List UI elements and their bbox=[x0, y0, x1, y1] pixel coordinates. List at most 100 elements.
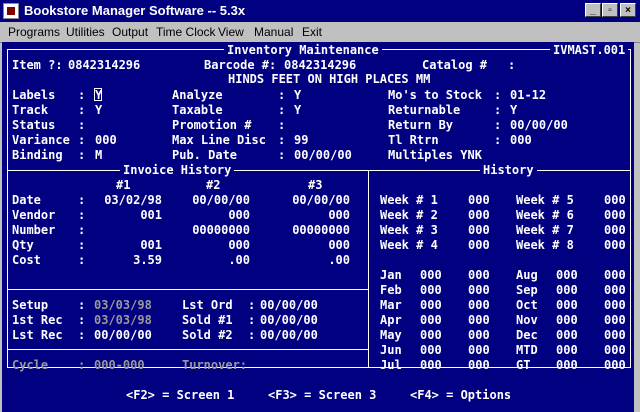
invoice-cell[interactable]: 00/00/00 bbox=[192, 193, 250, 207]
last-ord-colon: : bbox=[248, 298, 256, 312]
taxable-value[interactable]: Y bbox=[294, 103, 301, 117]
history-title: History bbox=[480, 163, 537, 177]
last-rec-label: Lst Rec bbox=[12, 328, 63, 342]
max-line-disc-value[interactable]: 99 bbox=[294, 133, 308, 147]
returnable-value[interactable]: Y bbox=[510, 103, 517, 117]
catalog-label: Catalog # bbox=[422, 58, 488, 72]
invoice-cell[interactable]: 00/00/00 bbox=[292, 193, 350, 207]
tl-rtrn-value[interactable]: 000 bbox=[510, 133, 532, 147]
month-value: 000 bbox=[468, 343, 490, 357]
week-label: Week # 5 bbox=[516, 193, 574, 207]
track-value[interactable]: Y bbox=[95, 103, 102, 117]
invoice-cell[interactable]: 03/02/98 bbox=[104, 193, 162, 207]
labels-label: Labels bbox=[12, 88, 56, 102]
app-icon[interactable] bbox=[3, 3, 19, 19]
analyze-label: Analyze bbox=[172, 88, 223, 102]
invoice-cell[interactable]: 001 bbox=[140, 208, 162, 222]
track-colon: : bbox=[78, 103, 86, 117]
menu-view[interactable]: View bbox=[218, 25, 244, 39]
first-rec-colon: : bbox=[78, 313, 86, 327]
week-label: Week # 3 bbox=[380, 223, 438, 237]
month-label: Apr bbox=[380, 313, 402, 327]
week-value: 000 bbox=[468, 208, 490, 222]
tl-rtrn-label: Tl Rtrn bbox=[388, 133, 439, 147]
invoice-cell[interactable]: 000 bbox=[328, 238, 350, 252]
mos-to-stock-label: Mo's to Stock bbox=[388, 88, 482, 102]
month-label: Sep bbox=[516, 283, 538, 297]
history-divider bbox=[7, 170, 631, 171]
menu-programs[interactable]: Programs bbox=[8, 25, 60, 39]
week-label: Week # 7 bbox=[516, 223, 574, 237]
analyze-value[interactable]: Y bbox=[294, 88, 301, 102]
invoice-row-label: Vendor bbox=[12, 208, 56, 222]
month-label: May bbox=[380, 328, 402, 342]
month-value: 000 bbox=[556, 328, 578, 342]
barcode-value[interactable]: 0842314296 bbox=[284, 58, 356, 72]
month-value: 000 bbox=[468, 268, 490, 282]
week-value: 000 bbox=[604, 208, 626, 222]
turnover-label: Turnover: bbox=[182, 358, 248, 372]
month-label: Oct bbox=[516, 298, 538, 312]
month-value: 000 bbox=[604, 283, 626, 297]
invoice-cell[interactable]: 3.59 bbox=[133, 253, 162, 267]
item-value[interactable]: 0842314296 bbox=[68, 58, 140, 72]
return-by-colon: : bbox=[494, 118, 502, 132]
invoice-row-colon: : bbox=[78, 253, 86, 267]
variance-label: Variance bbox=[12, 133, 70, 147]
last-ord-value: 00/00/00 bbox=[260, 298, 318, 312]
labels-colon: : bbox=[78, 88, 86, 102]
close-button[interactable]: × bbox=[620, 3, 636, 17]
taxable-label: Taxable bbox=[172, 103, 223, 117]
returnable-label: Returnable bbox=[388, 103, 461, 117]
pub-date-value[interactable]: 00/00/00 bbox=[294, 148, 352, 162]
f3-screen-3-key[interactable]: <F3> = Screen 3 bbox=[268, 388, 376, 402]
max-line-disc-colon: : bbox=[278, 133, 286, 147]
month-label: Feb bbox=[380, 283, 402, 297]
book-title: HINDS FEET ON HIGH PLACES MM bbox=[225, 72, 434, 86]
last-rec-value: 00/00/00 bbox=[94, 328, 152, 342]
menu-exit[interactable]: Exit bbox=[302, 25, 322, 39]
month-value: 000 bbox=[420, 268, 442, 282]
menu-output[interactable]: Output bbox=[112, 25, 148, 39]
menu-utilities[interactable]: Utilities bbox=[66, 25, 105, 39]
invoice-cell[interactable]: 00000000 bbox=[292, 223, 350, 237]
analyze-colon: : bbox=[278, 88, 286, 102]
first-rec-value: 03/03/98 bbox=[94, 313, 152, 327]
variance-value[interactable]: 000 bbox=[95, 133, 117, 147]
month-value: 000 bbox=[604, 268, 626, 282]
f4-options-key[interactable]: <F4> = Options bbox=[410, 388, 511, 402]
invoice-row-colon: : bbox=[78, 223, 86, 237]
invoice-row-label: Number bbox=[12, 223, 56, 237]
invoice-cell[interactable]: 00000000 bbox=[192, 223, 250, 237]
binding-value[interactable]: M bbox=[95, 148, 102, 162]
month-value: 000 bbox=[556, 343, 578, 357]
menu-time-clock[interactable]: Time Clock bbox=[156, 25, 216, 39]
invoice-cell[interactable]: 000 bbox=[228, 208, 250, 222]
first-rec-label: 1st Rec bbox=[12, 313, 63, 327]
invoice-cell[interactable]: 000 bbox=[228, 238, 250, 252]
month-value: 000 bbox=[468, 328, 490, 342]
labels-value[interactable]: Y bbox=[95, 88, 102, 102]
menu-manual[interactable]: Manual bbox=[254, 25, 293, 39]
invoice-cell[interactable]: .00 bbox=[228, 253, 250, 267]
promotion-colon: : bbox=[278, 118, 286, 132]
item-label: Item ?: bbox=[12, 58, 63, 72]
week-label: Week # 6 bbox=[516, 208, 574, 222]
catalog-value[interactable]: : bbox=[508, 58, 515, 72]
promotion-label: Promotion # bbox=[172, 118, 252, 132]
return-by-value[interactable]: 00/00/00 bbox=[510, 118, 568, 132]
sold-2-label: Sold #2 bbox=[182, 328, 233, 342]
vertical-divider bbox=[368, 170, 369, 367]
maximize-button[interactable]: ▫ bbox=[602, 3, 618, 17]
invoice-cell[interactable]: .00 bbox=[328, 253, 350, 267]
mos-to-stock-value[interactable]: 01-12 bbox=[510, 88, 546, 102]
month-label: Jul bbox=[380, 358, 402, 372]
week-label: Week # 2 bbox=[380, 208, 438, 222]
month-label: MTD bbox=[516, 343, 538, 357]
f2-screen-1-key[interactable]: <F2> = Screen 1 bbox=[126, 388, 234, 402]
minimize-button[interactable]: _ bbox=[585, 3, 601, 17]
title-bar: Bookstore Manager Software -- 5.3x _ ▫ × bbox=[0, 0, 640, 22]
invoice-cell[interactable]: 000 bbox=[328, 208, 350, 222]
invoice-cell[interactable]: 001 bbox=[140, 238, 162, 252]
invoice-row-label: Qty bbox=[12, 238, 34, 252]
